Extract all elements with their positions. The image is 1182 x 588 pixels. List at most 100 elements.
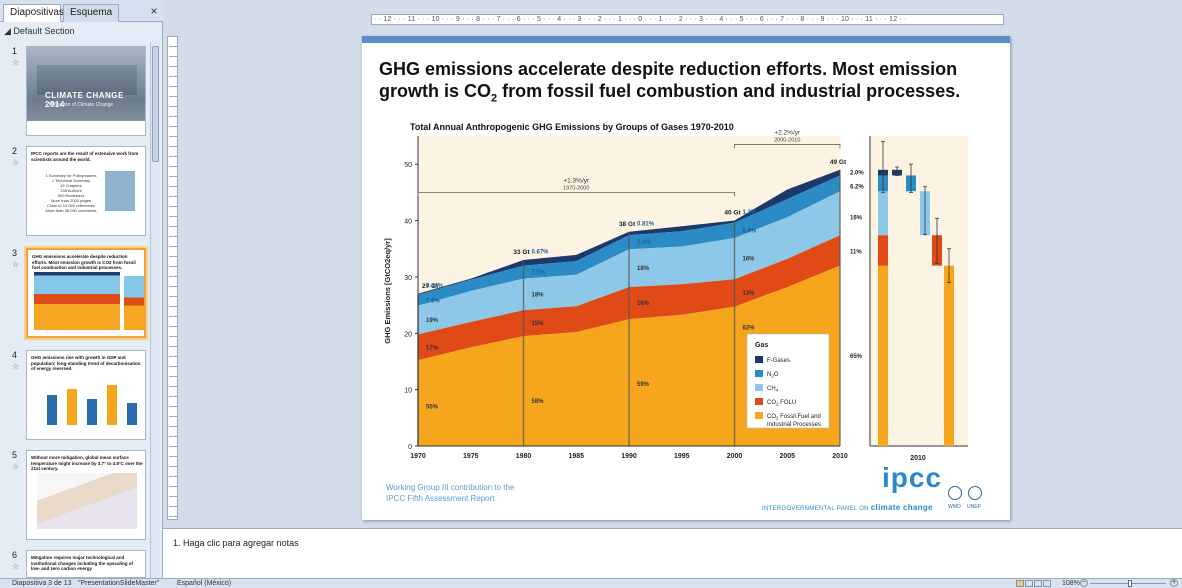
slide-thumbnail-image: GHG emissions rise with growth in GDP an…: [26, 350, 146, 440]
status-theme[interactable]: "PresentationSlideMaster": [78, 580, 159, 587]
scrollbar-thumb[interactable]: [152, 46, 159, 162]
share-label-1970: 55%: [426, 405, 439, 411]
share-label-1980: 18%: [532, 292, 545, 298]
close-pane-icon[interactable]: ×: [148, 4, 160, 18]
slide-number: 3: [12, 248, 18, 258]
y-tick-label: 20: [404, 331, 412, 338]
transition-icon: ☆: [12, 562, 20, 571]
y-tick-label: 30: [404, 275, 412, 282]
ghg-emissions-chart[interactable]: 0 10 20 30 40 50 1970 1975 1980 1985 1990 1995 2000 2…: [362, 36, 1010, 476]
share-label-1980: 58%: [532, 399, 545, 405]
zoom-in-button[interactable]: +: [1170, 579, 1178, 587]
legend-swatch-f-gases: [755, 356, 763, 363]
slide-number: 5: [12, 450, 18, 460]
panel-stack-co2-fossil: [878, 265, 888, 446]
slide-canvas[interactable]: GHG emissions accelerate despite reducti…: [362, 36, 1010, 520]
horizontal-ruler[interactable]: · · 12 · · · 11 · · · 10 · · · 9 · · · 8…: [371, 14, 1004, 25]
tab-outline[interactable]: Esquema: [63, 4, 119, 22]
slide-sorter-icon[interactable]: [1025, 580, 1033, 587]
y-axis-label: GHG Emissions [GtCO2eq/yr]: [383, 238, 392, 344]
thumbnail-title: IPCC reports are the result of extensive…: [31, 151, 139, 162]
slide-number: 2: [12, 146, 18, 156]
x-tick-label: 1970: [410, 453, 426, 460]
share-label-1970: 7.9%: [426, 298, 440, 304]
notes-placeholder[interactable]: 1. Haga clic para agregar notas: [173, 538, 299, 548]
pane-tabs: Diapositivas Esquema ×: [0, 0, 163, 22]
share-label-1980: 7.5%: [532, 270, 546, 276]
legend-label-n2o: N2O: [767, 372, 779, 379]
report-cover-image: [105, 171, 135, 211]
y-tick-label: 0: [408, 444, 412, 451]
reading-view-icon[interactable]: [1034, 580, 1042, 587]
share-label-2000: 13%: [743, 291, 756, 297]
panel-stack-co2-folu: [878, 235, 888, 266]
status-bar: Diapositiva 3 de 13 "PresentationSlideMa…: [0, 578, 1182, 588]
y-tick-label: 10: [404, 388, 412, 395]
x-tick-label: 1995: [674, 453, 690, 460]
share-label-1980: 0.67%: [532, 250, 550, 256]
slide-number: 1: [12, 46, 18, 56]
unep-logo-icon: [968, 486, 982, 500]
share-label-2000: 6.9%: [743, 228, 757, 234]
zoom-level[interactable]: 108%: [1062, 580, 1080, 587]
share-label-2010: 16%: [850, 216, 863, 222]
thumbnail-scrollbar[interactable]: [150, 42, 160, 578]
share-label-1980: 15%: [532, 321, 545, 327]
normal-view-icon[interactable]: [1016, 580, 1024, 587]
zoom-out-button[interactable]: −: [1080, 579, 1088, 587]
transition-icon: ☆: [12, 58, 20, 67]
tab-slides[interactable]: Diapositivas: [3, 4, 64, 22]
x-tick-label: 1990: [621, 453, 637, 460]
thumbnail-line-chart: [37, 473, 137, 529]
section-header[interactable]: ◢ Default Section: [4, 26, 74, 37]
status-language[interactable]: Español (México): [177, 580, 231, 587]
legend-label-co2-folu: CO2 FOLU: [767, 400, 796, 407]
panel-bar-co2-fossil: [944, 265, 954, 446]
zoom-slider-thumb[interactable]: [1128, 580, 1132, 587]
legend-swatch-co2-folu: [755, 398, 763, 405]
total-label-2000: 40 Gt: [724, 210, 741, 217]
slide-thumbnail-image: Without more mitigation, global mean sur…: [26, 450, 146, 540]
share-label-2000: 1.3%: [743, 210, 757, 216]
slide-thumbnail-image: Mitigation requires major technological …: [26, 550, 146, 578]
thumbnail-title: GHG emissions accelerate despite reducti…: [32, 254, 136, 270]
legend-title: Gas: [755, 342, 768, 349]
y-tick-label: 50: [404, 162, 412, 169]
total-label-2010: 49 Gt: [830, 159, 847, 166]
share-label-2010: 11%: [850, 250, 862, 256]
growth-rate-label: +2.2%/yr: [774, 129, 801, 136]
notes-pane[interactable]: 1. Haga clic para agregar notas: [163, 528, 1182, 578]
thumbnail-area-chart: [34, 272, 120, 330]
thumbnail-footer: [27, 121, 145, 135]
slide-number: 4: [12, 350, 18, 360]
thumbnail-title: Mitigation requires major technological …: [31, 555, 134, 571]
transition-icon: ☆: [12, 362, 20, 371]
transition-icon: ☆: [12, 158, 20, 167]
share-label-2000: 16%: [743, 257, 756, 263]
share-label-1970: 0.44%: [426, 283, 444, 289]
thumbnail-text: 1 Summary for Policymakers 1 Technical S…: [45, 173, 97, 213]
vertical-ruler[interactable]: [167, 36, 178, 520]
unep-label: UNEP: [967, 504, 981, 510]
growth-period-label: 2000-2010: [774, 137, 800, 143]
share-label-1990: 16%: [637, 301, 650, 307]
legend-swatch-ch4: [755, 384, 763, 391]
slides-pane: Diapositivas Esquema × ◢ Default Section…: [0, 0, 163, 578]
legend-label-line2: Industrial Processes: [767, 422, 821, 428]
slide-thumbnail-image: IPCC reports are the result of extensive…: [26, 146, 146, 236]
x-tick-label: 1975: [463, 453, 479, 460]
total-label-1990: 38 Gt: [619, 221, 636, 228]
share-label-2010: 2.0%: [850, 171, 864, 177]
ipcc-logo: ipcc: [882, 462, 943, 493]
thumbnail-subtitle: Mitigation of Climate Change: [49, 102, 114, 108]
share-label-1990: 0.81%: [637, 221, 655, 227]
legend-swatch-co2-fossil: [755, 412, 763, 419]
thumbnail-bar-panel: [124, 276, 144, 330]
ruler-ticks: · · 12 · · · 11 · · · 10 · · · 9 · · · 8…: [374, 16, 907, 23]
wmo-logo-icon: [948, 486, 962, 500]
slide-number: 6: [12, 550, 18, 560]
slideshow-icon[interactable]: [1043, 580, 1051, 587]
legend-label-f-gases: F-Gases: [767, 358, 790, 364]
total-label-1980: 33 Gt: [513, 249, 530, 256]
status-slide-count: Diapositiva 3 de 13: [12, 580, 72, 587]
